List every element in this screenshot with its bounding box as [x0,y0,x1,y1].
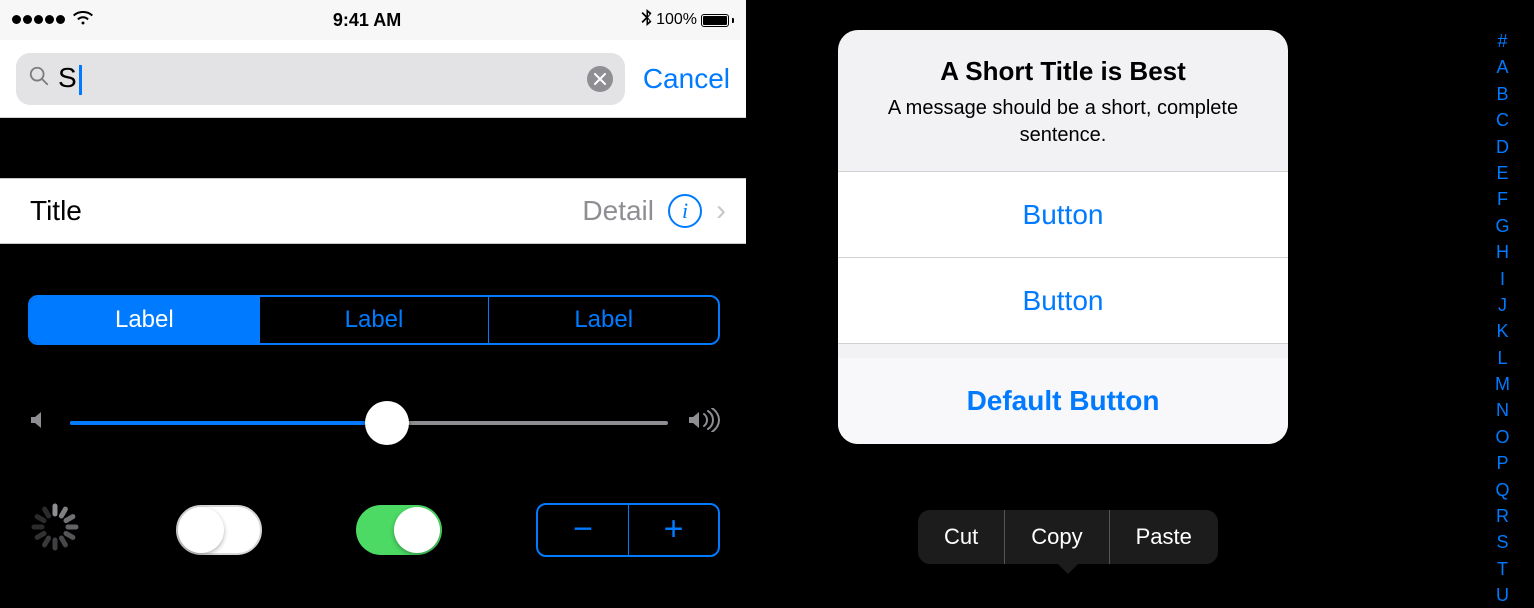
index-F[interactable]: F [1495,188,1510,211]
index-S[interactable]: S [1495,531,1510,554]
index-K[interactable]: K [1495,320,1510,343]
sheet-message: A message should be a short, complete se… [868,95,1258,149]
cancel-button[interactable]: Cancel [643,63,730,95]
signal-dots-icon [12,11,67,29]
search-text: S [58,62,579,95]
index-B[interactable]: B [1495,83,1510,106]
search-bar: S Cancel [0,40,746,118]
index-D[interactable]: D [1495,136,1510,159]
table-cell[interactable]: Title Detail i › [0,178,746,244]
search-field[interactable]: S [16,53,625,105]
status-bar: 9:41 AM 100% [0,0,746,40]
index-O[interactable]: O [1495,426,1510,449]
index-T[interactable]: T [1495,558,1510,581]
sheet-button-1[interactable]: Button [838,172,1288,258]
chevron-right-icon: › [716,194,726,228]
wifi-icon [73,11,93,30]
index-G[interactable]: G [1495,215,1510,238]
stepper-plus[interactable]: + [628,505,718,555]
slider-thumb[interactable] [365,401,409,445]
cell-title: Title [30,195,582,227]
info-icon[interactable]: i [668,194,702,228]
activity-spinner-icon [28,500,82,559]
menu-copy[interactable]: Copy [1004,510,1108,564]
stepper-minus[interactable]: − [538,505,628,555]
volume-low-icon [28,408,52,437]
index-J[interactable]: J [1495,294,1510,317]
action-sheet: A Short Title is Best A message should b… [838,30,1288,444]
index-C[interactable]: C [1495,109,1510,132]
switch-off[interactable] [176,505,262,555]
index-H[interactable]: H [1495,241,1510,264]
volume-high-icon [686,408,720,437]
sheet-title: A Short Title is Best [868,56,1258,87]
index-P[interactable]: P [1495,452,1510,475]
index-U[interactable]: U [1495,584,1510,607]
sheet-button-2[interactable]: Button [838,258,1288,344]
segment-2[interactable]: Label [259,297,489,343]
clear-icon[interactable] [587,66,613,92]
switch-on[interactable] [356,505,442,555]
index-A[interactable]: A [1495,56,1510,79]
index-M[interactable]: M [1495,373,1510,396]
segmented-control[interactable]: Label Label Label [28,295,720,345]
index-N[interactable]: N [1495,399,1510,422]
battery-percent: 100% [656,11,697,29]
status-time: 9:41 AM [93,10,641,31]
index-Q[interactable]: Q [1495,479,1510,502]
menu-cut[interactable]: Cut [918,510,1004,564]
sheet-default-button[interactable]: Default Button [838,358,1288,444]
stepper[interactable]: − + [536,503,720,557]
menu-paste[interactable]: Paste [1109,510,1218,564]
index-I[interactable]: I [1495,268,1510,291]
cell-detail: Detail [582,195,654,227]
edit-menu: Cut Copy Paste [918,510,1218,564]
index-R[interactable]: R [1495,505,1510,528]
battery-icon [701,14,734,27]
volume-slider[interactable] [28,408,720,437]
segment-1[interactable]: Label [30,297,259,343]
segment-3[interactable]: Label [488,297,718,343]
slider-track[interactable] [70,421,668,425]
section-index[interactable]: # ABCDEFGHIJKLMNOPQRSTU [1495,30,1510,608]
index-E[interactable]: E [1495,162,1510,185]
index-L[interactable]: L [1495,347,1510,370]
index-#[interactable]: # [1495,30,1510,53]
search-icon [28,65,50,92]
bluetooth-icon [641,9,652,31]
